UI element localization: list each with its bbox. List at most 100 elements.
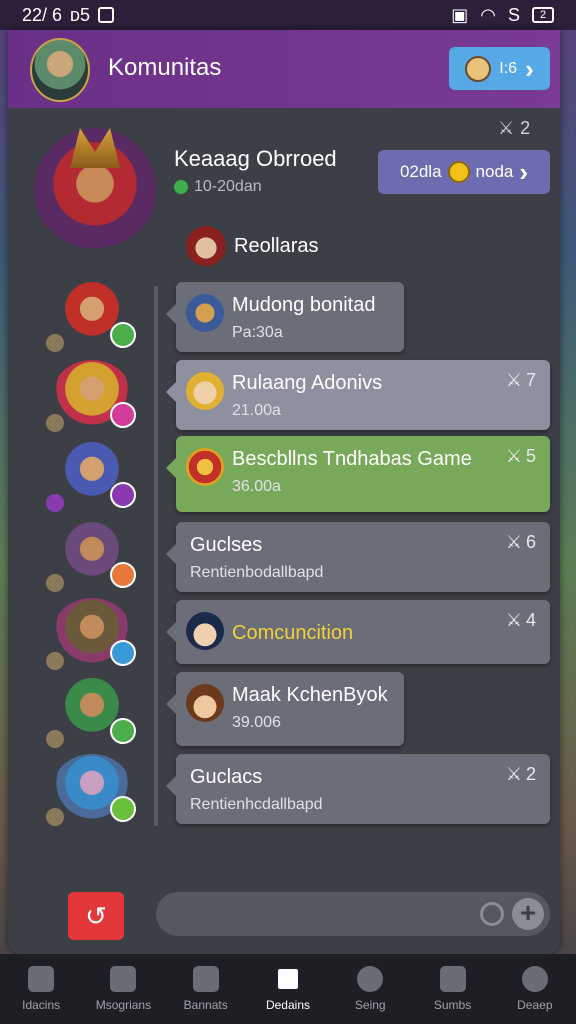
emblem-icon xyxy=(186,448,224,486)
message-title: Guclses xyxy=(190,534,263,556)
join-button[interactable]: 02dla noda › xyxy=(378,150,550,194)
nav-label: Msogrians xyxy=(95,998,152,1012)
home-icon xyxy=(28,966,55,992)
nav-label: Idacins xyxy=(22,998,61,1012)
message-title: Comcuncition xyxy=(232,622,354,644)
nav-item-settings[interactable]: Seing xyxy=(329,954,411,1024)
emoji-icon[interactable] xyxy=(480,902,504,926)
member-avatar[interactable] xyxy=(46,598,136,670)
swords-icon: ⚔ xyxy=(505,532,522,552)
chevron-right-icon: › xyxy=(525,53,534,84)
member-avatar[interactable] xyxy=(46,520,136,592)
top-counter: ⚔ 2 xyxy=(498,118,530,139)
swords-icon: ⚔ xyxy=(505,610,522,630)
reaction-count-value: 4 xyxy=(525,610,536,630)
play-icon xyxy=(439,966,466,992)
sword-icon: ⚔ xyxy=(498,118,515,138)
bubble-tail xyxy=(166,382,176,402)
member-avatar[interactable] xyxy=(46,440,136,512)
fire-badge-icon xyxy=(110,562,136,588)
nav-label: Dedains xyxy=(265,998,310,1012)
nav-item-messages[interactable]: Msogrians xyxy=(82,954,164,1024)
leaf-badge-icon xyxy=(110,718,136,744)
add-icon[interactable]: + xyxy=(512,898,544,930)
leaf-badge-icon xyxy=(110,322,136,348)
message-card[interactable]: Guclacs Rentienhcdallbapd ⚔ 2 xyxy=(166,754,550,824)
top-counter-value: 2 xyxy=(520,118,531,138)
message-card[interactable]: Rulaang Adonivs 21.00a ⚔ 7 xyxy=(166,360,550,430)
bubble-tail xyxy=(166,304,176,324)
message-card[interactable]: Maak KchenByok 39.006 xyxy=(166,672,404,746)
return-icon: ↺ xyxy=(85,900,107,931)
circle-icon xyxy=(357,966,384,992)
message-input[interactable]: + xyxy=(156,892,550,936)
bottom-nav: Idacins Msogrians Bannats Dedains Seing … xyxy=(0,954,576,1024)
header-profile-button[interactable]: I:6 › xyxy=(449,47,550,90)
face-icon xyxy=(465,55,492,82)
message-card[interactable]: Guclses Rentienbodallbapd ⚔ 6 xyxy=(166,522,550,592)
message-card[interactable]: Mudong bonitad Pa:30a xyxy=(166,282,404,352)
reaction-count: ⚔ 2 xyxy=(506,764,536,785)
bubble-tail xyxy=(166,694,176,714)
rank-icon xyxy=(46,494,64,512)
avatar xyxy=(186,372,224,410)
rank-icon xyxy=(46,730,64,748)
nav-item-friends[interactable]: Deaep xyxy=(494,954,576,1024)
nav-item-home[interactable]: Idacins xyxy=(0,954,82,1024)
lock-icon: ▣ xyxy=(451,4,469,25)
magic-badge-icon xyxy=(110,482,136,508)
member-avatar[interactable] xyxy=(46,280,136,352)
member-avatar[interactable] xyxy=(46,360,136,432)
member-avatar[interactable] xyxy=(46,754,136,826)
magic-badge-icon xyxy=(110,402,136,428)
status-bar: 22/ 6 ᴅ5 ▣ ◠ S 2 xyxy=(0,0,576,30)
nav-label: Bannats xyxy=(183,998,228,1012)
chevron-right-icon: › xyxy=(519,157,529,187)
bubble-tail xyxy=(166,544,176,564)
message-card[interactable]: Comcuncition ⚔ 4 xyxy=(166,600,550,664)
swords-icon: ⚔ xyxy=(505,446,522,466)
wifi-icon: ◠ xyxy=(480,4,496,25)
reaction-count: ⚔ 4 xyxy=(506,610,536,631)
bubble-tail xyxy=(166,776,176,796)
group-hero-avatar xyxy=(34,128,156,252)
group-name: Keaaag Obrroed xyxy=(174,146,337,171)
join-label-right: noda xyxy=(475,162,514,181)
nav-item-store[interactable]: Bannats xyxy=(165,954,247,1024)
reaction-count-value: 2 xyxy=(525,764,536,784)
profile-avatar[interactable] xyxy=(30,38,90,102)
member-avatar[interactable] xyxy=(46,676,136,748)
reaction-count-value: 6 xyxy=(525,532,536,552)
leaf-badge-icon xyxy=(110,796,136,822)
rank-icon xyxy=(46,808,64,826)
card-icon xyxy=(274,966,301,992)
header: Komunitas I:6 › xyxy=(8,30,560,108)
nav-label: Seing xyxy=(354,998,386,1012)
status-time: 22/ 6 xyxy=(22,4,63,25)
message-card[interactable]: Bescbllns Tndhabas Game 36.00a ⚔ 5 xyxy=(166,436,550,512)
join-label-left: 02dla xyxy=(399,162,442,181)
sender[interactable]: Reollaras xyxy=(186,226,318,266)
rank-icon xyxy=(46,574,64,592)
reaction-count: ⚔ 7 xyxy=(506,370,536,391)
avatar xyxy=(186,612,224,650)
status-app-label: ᴅ5 xyxy=(70,4,90,25)
message-time: Pa:30a xyxy=(232,324,283,341)
timeline-line xyxy=(154,286,158,826)
bubble-tail xyxy=(166,622,176,642)
message-sub: Rentienbodallbapd xyxy=(190,564,324,581)
nav-label: Sumbs xyxy=(433,998,472,1012)
rank-icon xyxy=(46,414,64,432)
group-subtitle: 10-20dan xyxy=(174,178,262,196)
battery-icon: 2 xyxy=(532,7,554,23)
bird-icon xyxy=(110,966,137,992)
message-sub: Rentienhcdallbapd xyxy=(190,796,323,813)
message-time: 39.006 xyxy=(232,714,281,731)
alert-button[interactable]: ↺ xyxy=(68,892,124,940)
page-title: Komunitas xyxy=(108,54,222,81)
message-time: 36.00a xyxy=(232,478,281,495)
nav-item-details[interactable]: Dedains xyxy=(247,954,329,1024)
nav-item-media[interactable]: Sumbs xyxy=(411,954,493,1024)
message-title: Bescbllns Tndhabas Game xyxy=(232,448,472,470)
item-icon xyxy=(186,294,224,332)
